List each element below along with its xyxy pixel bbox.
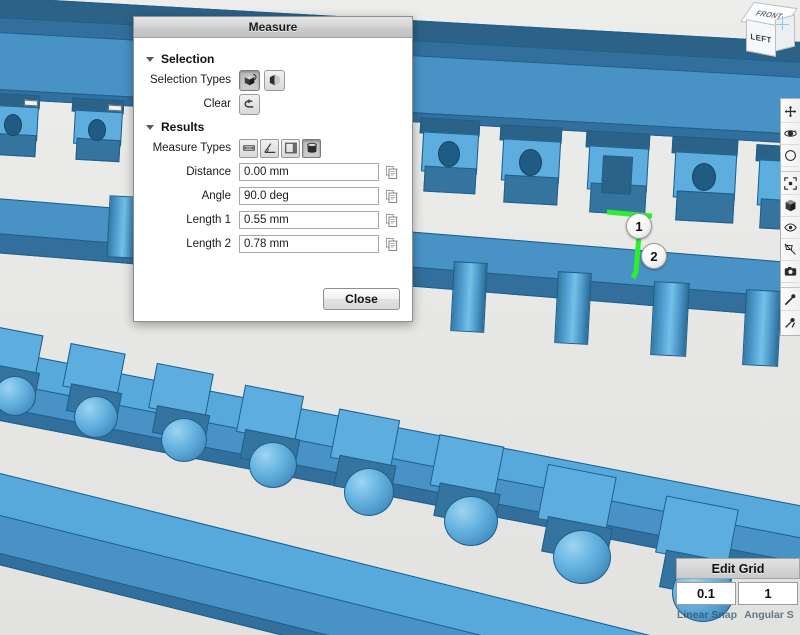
view-cube-face-right[interactable] [775, 14, 795, 52]
measure-tool-icon[interactable] [781, 289, 799, 311]
pan-move-icon[interactable] [781, 101, 799, 123]
eye-visibility-icon[interactable] [781, 217, 799, 239]
select-solid-icon[interactable] [239, 69, 260, 91]
isometric-cube-icon[interactable] [781, 195, 799, 217]
section-label-results: Results [161, 120, 205, 134]
view-toolbar[interactable] [780, 98, 800, 336]
label-angle: Angle [201, 190, 231, 202]
linear-snap-input[interactable]: 0.1 [676, 582, 736, 605]
section-header-selection[interactable]: Selection [146, 52, 412, 66]
model-cylinder [554, 271, 592, 345]
toolbar-separator [781, 284, 800, 288]
volume-measure-icon[interactable] [302, 138, 321, 158]
model-cylinder [650, 281, 690, 357]
clear-arrow-icon[interactable] [239, 93, 260, 115]
zoom-to-fit-icon[interactable] [781, 173, 799, 195]
view-cube-axis-horizontal [776, 24, 789, 25]
row-clear: Clear [134, 93, 412, 115]
angular-snap-input[interactable]: 1 [738, 582, 798, 605]
hide-crossed-icon[interactable] [781, 239, 799, 261]
length1-value-field[interactable]: 0.55 mm [239, 211, 379, 229]
edit-grid-fields: 0.1 Linear Snap 1 Angular S [676, 582, 800, 621]
model-cylinder [450, 261, 488, 333]
model-cylinder [742, 289, 782, 367]
view-cube[interactable]: FRONT LEFT [740, 1, 798, 60]
close-button[interactable]: Close [323, 288, 400, 310]
toolbar-separator [781, 168, 800, 172]
measure-marker-1[interactable]: 1 [626, 213, 652, 239]
section-cut-icon[interactable] [781, 311, 799, 333]
angle-measure-icon[interactable] [260, 138, 279, 158]
label-clear: Clear [203, 98, 231, 110]
measure-dialog[interactable]: Measure Selection Selection Types Clear [133, 16, 413, 322]
orbit-rotate-icon[interactable] [781, 123, 799, 145]
row-result-length2: Length 2 0.78 mm [134, 234, 412, 254]
zoom-circle-icon[interactable] [781, 145, 799, 167]
copy-icon[interactable] [385, 189, 399, 204]
copy-icon[interactable] [385, 213, 399, 228]
view-cube-axis-vertical [782, 16, 783, 30]
distance-measure-icon[interactable] [239, 138, 258, 158]
row-selection-types: Selection Types [134, 69, 412, 91]
measure-marker-2[interactable]: 2 [641, 243, 667, 269]
edit-grid-title-label: Edit Grid [711, 561, 765, 576]
edit-grid-panel[interactable]: Edit Grid 0.1 Linear Snap 1 Angular S [676, 558, 800, 635]
angular-snap-cell: 1 Angular S [738, 582, 800, 621]
chevron-down-icon[interactable] [146, 124, 154, 130]
label-distance: Distance [186, 166, 231, 178]
row-result-angle: Angle 90.0 deg [134, 186, 412, 206]
copy-icon[interactable] [385, 165, 399, 180]
dialog-title: Measure [248, 20, 298, 34]
label-measure-types: Measure Types [152, 142, 231, 154]
angle-value-field[interactable]: 90.0 deg [239, 187, 379, 205]
row-measure-types: Measure Types [134, 138, 412, 158]
section-label-selection: Selection [161, 52, 215, 66]
camera-icon[interactable] [781, 261, 799, 283]
row-result-distance: Distance 0.00 mm [134, 162, 412, 182]
section-header-results[interactable]: Results [146, 120, 412, 134]
chevron-down-icon[interactable] [146, 56, 154, 62]
area-measure-icon[interactable] [281, 138, 300, 158]
cad-application-window: 1 2 FRONT LEFT Measure Selection Selecti… [0, 0, 800, 635]
close-button-label: Close [345, 292, 378, 306]
edit-grid-title[interactable]: Edit Grid [676, 558, 800, 579]
linear-snap-cell: 0.1 Linear Snap [676, 582, 738, 621]
length2-value-field[interactable]: 0.78 mm [239, 235, 379, 253]
row-result-length1: Length 1 0.55 mm [134, 210, 412, 230]
label-length-1: Length 1 [186, 214, 231, 226]
dialog-body: Selection Selection Types Clear Results … [134, 38, 412, 321]
label-length-2: Length 2 [186, 238, 231, 250]
distance-value-field[interactable]: 0.00 mm [239, 163, 379, 181]
angular-snap-label: Angular S [744, 609, 794, 621]
label-selection-types: Selection Types [150, 74, 231, 86]
dialog-titlebar[interactable]: Measure [134, 17, 412, 38]
view-cube-face-front[interactable]: LEFT [746, 19, 776, 57]
linear-snap-label: Linear Snap [676, 609, 738, 621]
copy-icon[interactable] [385, 237, 399, 252]
select-face-icon[interactable] [264, 69, 285, 91]
